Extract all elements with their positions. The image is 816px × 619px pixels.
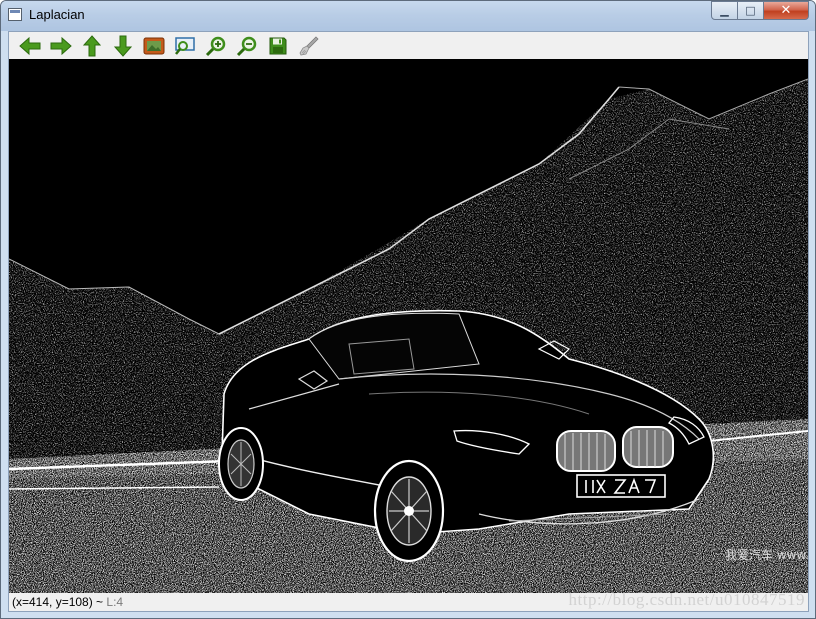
- close-icon: ✕: [780, 3, 792, 18]
- pan-right-button[interactable]: [45, 33, 76, 59]
- rear-wheel: [218, 427, 264, 501]
- properties-icon: [299, 35, 319, 55]
- zoom-out-icon: [236, 36, 256, 56]
- window-controls: ▁ □ ✕: [711, 1, 809, 21]
- zoom-out-button[interactable]: [231, 33, 262, 59]
- pan-left-button[interactable]: [14, 33, 45, 59]
- image-canvas[interactable]: 我爱汽车 www.52che.com: [9, 59, 808, 593]
- image-button[interactable]: [138, 33, 169, 59]
- blog-watermark: http://blog.csdn.net/u010847519: [568, 590, 805, 609]
- window-title: Laplacian: [29, 7, 85, 22]
- image-watermark: 我爱汽车 www.52che.com: [725, 547, 808, 562]
- pan-right-icon: [50, 36, 72, 55]
- zoom-level: L:4: [106, 595, 124, 609]
- pan-left-icon: [18, 36, 40, 55]
- laplacian-window: Laplacian ▁ □ ✕ 我爱汽车 www (x=414, y=108) …: [0, 0, 816, 619]
- zoom-in-button[interactable]: [200, 33, 231, 59]
- pan-up-icon: [82, 34, 101, 56]
- pan-up-button[interactable]: [76, 33, 107, 59]
- save-icon: [269, 37, 286, 54]
- client-area: 我爱汽车 www.52che.com (x=414, y=108) ~ L:4: [8, 31, 809, 612]
- cursor-coordinates: (x=414, y=108) ~: [12, 595, 104, 609]
- maximize-icon: □: [745, 4, 756, 17]
- save-button[interactable]: [262, 33, 293, 59]
- maximize-button[interactable]: □: [738, 1, 764, 20]
- minimize-button[interactable]: ▁: [711, 1, 738, 20]
- minimize-icon: ▁: [720, 4, 729, 17]
- pan-down-icon: [113, 35, 132, 57]
- title-bar[interactable]: Laplacian ▁ □ ✕: [1, 1, 815, 31]
- close-button[interactable]: ✕: [764, 1, 809, 20]
- front-wheel: [373, 459, 445, 563]
- zoom-in-icon: [205, 36, 225, 56]
- window-icon: [8, 8, 22, 21]
- zoom-fit-button[interactable]: [169, 33, 200, 59]
- toolbar: [9, 32, 808, 59]
- properties-button[interactable]: [293, 33, 324, 59]
- zoom-fit-icon: [174, 36, 195, 55]
- image-icon: [143, 37, 164, 54]
- laplacian-image: 我爱汽车 www.52che.com: [9, 59, 808, 593]
- pan-down-button[interactable]: [107, 33, 138, 59]
